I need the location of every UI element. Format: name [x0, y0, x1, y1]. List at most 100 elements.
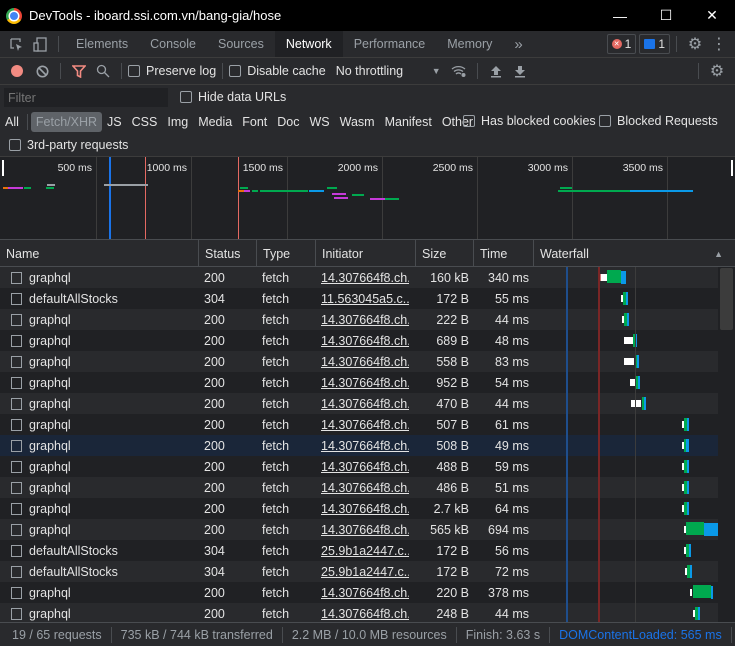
type-filter-js[interactable]: JS [102, 112, 127, 132]
request-row[interactable]: graphql 200 fetch 14.307664f8.ch... 507 B 61 … [0, 414, 718, 435]
request-name-cell[interactable]: graphql [0, 519, 198, 540]
request-initiator-link[interactable]: 11.563045a5.c... [321, 288, 409, 309]
checkbox-box[interactable] [9, 139, 21, 151]
messages-badge[interactable]: 1 [639, 34, 670, 54]
tab-performance[interactable]: Performance [343, 31, 437, 57]
waterfall-scrollbar[interactable] [718, 267, 735, 622]
tab-network[interactable]: Network [274, 31, 343, 57]
request-initiator-link[interactable]: 14.307664f8.ch... [321, 351, 409, 372]
minimize-button[interactable]: — [597, 0, 643, 31]
type-filter-all[interactable]: All [0, 112, 24, 132]
request-row[interactable]: graphql 200 fetch 14.307664f8.ch... 222 B 44 … [0, 309, 718, 330]
type-filter-ws[interactable]: WS [304, 112, 334, 132]
request-initiator-link[interactable]: 14.307664f8.ch... [321, 498, 409, 519]
request-row[interactable]: defaultAllStocks 304 fetch 11.563045a5.c...… [0, 288, 718, 309]
preserve-log-checkbox[interactable]: Preserve log [128, 64, 216, 78]
network-settings-gear-icon[interactable]: ⚙ [705, 58, 729, 84]
errors-badge[interactable]: ✕ 1 [606, 34, 637, 54]
request-name-cell[interactable]: graphql [0, 414, 198, 435]
request-initiator-link[interactable]: 14.307664f8.ch... [321, 519, 409, 540]
type-filter-wasm[interactable]: Wasm [335, 112, 380, 132]
type-filter-font[interactable]: Font [237, 112, 272, 132]
request-name-cell[interactable]: graphql [0, 372, 198, 393]
request-row[interactable]: graphql 200 fetch 14.307664f8.ch... 470 B 44 … [0, 393, 718, 414]
request-row[interactable]: defaultAllStocks 304 fetch 25.9b1a2447.c...… [0, 540, 718, 561]
request-name-cell[interactable]: graphql [0, 498, 198, 519]
clear-icon[interactable] [30, 58, 54, 84]
filter-input[interactable] [4, 88, 168, 107]
request-name-cell[interactable]: defaultAllStocks [0, 561, 198, 582]
request-initiator-link[interactable]: 25.9b1a2447.c... [321, 540, 409, 561]
request-initiator-link[interactable]: 14.307664f8.ch... [321, 456, 409, 477]
overview-window-left-handle[interactable] [2, 160, 4, 176]
tab-elements[interactable]: Elements [65, 31, 139, 57]
tab-console[interactable]: Console [139, 31, 207, 57]
request-row[interactable]: graphql 200 fetch 14.307664f8.ch... 2.7 kB 64… [0, 498, 718, 519]
disable-cache-checkbox[interactable]: Disable cache [229, 64, 326, 78]
blocked-requests-checkbox[interactable]: Blocked Requests [599, 114, 718, 128]
settings-gear-icon[interactable]: ⚙ [683, 31, 707, 57]
request-initiator-link[interactable]: 14.307664f8.ch... [321, 435, 409, 456]
checkbox-box[interactable] [180, 91, 192, 103]
request-name-cell[interactable]: graphql [0, 582, 198, 603]
column-header-initiator[interactable]: Initiator [315, 240, 415, 267]
request-name-cell[interactable]: graphql [0, 477, 198, 498]
more-menu-icon[interactable]: ⋮ [707, 31, 731, 57]
request-name-cell[interactable]: graphql [0, 393, 198, 414]
tab-sources[interactable]: Sources [207, 31, 275, 57]
has-blocked-cookies-checkbox[interactable]: Has blocked cookies [463, 114, 596, 128]
device-toolbar-icon[interactable] [28, 31, 52, 57]
type-filter-fetch-xhr[interactable]: Fetch/XHR [30, 112, 103, 132]
request-initiator-link[interactable]: 25.9b1a2447.c... [321, 561, 409, 582]
checkbox-box[interactable] [463, 115, 475, 127]
request-row[interactable]: graphql 200 fetch 14.307664f8.ch... 508 B 49 … [0, 435, 718, 456]
checkbox-box[interactable] [128, 65, 140, 77]
column-header-status[interactable]: Status [198, 240, 256, 267]
export-har-icon[interactable] [508, 58, 532, 84]
request-name-cell[interactable]: graphql [0, 603, 198, 622]
network-conditions-icon[interactable] [447, 58, 471, 84]
close-button[interactable]: ✕ [689, 0, 735, 31]
request-name-cell[interactable]: graphql [0, 435, 198, 456]
request-row[interactable]: graphql 200 fetch 14.307664f8.ch... 220 B 378… [0, 582, 718, 603]
type-filter-doc[interactable]: Doc [272, 112, 304, 132]
request-row[interactable]: graphql 200 fetch 14.307664f8.ch... 486 B 51 … [0, 477, 718, 498]
request-name-cell[interactable]: graphql [0, 309, 198, 330]
checkbox-box[interactable] [599, 115, 611, 127]
column-header-size[interactable]: Size [415, 240, 473, 267]
maximize-button[interactable]: ☐ [643, 0, 689, 31]
third-party-requests-checkbox[interactable]: 3rd-party requests [9, 138, 128, 152]
request-initiator-link[interactable]: 14.307664f8.ch... [321, 267, 409, 288]
request-name-cell[interactable]: graphql [0, 351, 198, 372]
scrollbar-thumb[interactable] [720, 268, 733, 330]
column-header-time[interactable]: Time [473, 240, 533, 267]
request-row[interactable]: graphql 200 fetch 14.307664f8.ch... 558 B 83 … [0, 351, 718, 372]
request-name-cell[interactable]: graphql [0, 330, 198, 351]
request-initiator-link[interactable]: 14.307664f8.ch... [321, 372, 409, 393]
inspect-element-icon[interactable] [4, 31, 28, 57]
type-filter-media[interactable]: Media [193, 112, 237, 132]
request-row[interactable]: graphql 200 fetch 14.307664f8.ch... 248 B 44 … [0, 603, 718, 622]
more-tabs-button[interactable]: » [503, 31, 533, 57]
record-icon[interactable] [11, 65, 23, 77]
column-header-type[interactable]: Type [256, 240, 315, 267]
tab-memory[interactable]: Memory [436, 31, 503, 57]
request-row[interactable]: graphql 200 fetch 14.307664f8.ch... 689 B 48 … [0, 330, 718, 351]
request-row[interactable]: graphql 200 fetch 14.307664f8.ch... 952 B 54 … [0, 372, 718, 393]
type-filter-css[interactable]: CSS [127, 112, 163, 132]
request-name-cell[interactable]: defaultAllStocks [0, 540, 198, 561]
request-name-cell[interactable]: graphql [0, 267, 198, 288]
request-row[interactable]: graphql 200 fetch 14.307664f8.ch... 160 kB 34… [0, 267, 718, 288]
request-initiator-link[interactable]: 14.307664f8.ch... [321, 477, 409, 498]
throttling-select[interactable]: No throttling ▼ [336, 64, 441, 78]
request-initiator-link[interactable]: 14.307664f8.ch... [321, 603, 409, 622]
request-initiator-link[interactable]: 14.307664f8.ch... [321, 582, 409, 603]
request-initiator-link[interactable]: 14.307664f8.ch... [321, 309, 409, 330]
request-name-cell[interactable]: graphql [0, 456, 198, 477]
type-filter-manifest[interactable]: Manifest [380, 112, 437, 132]
request-name-cell[interactable]: defaultAllStocks [0, 288, 198, 309]
network-overview-timeline[interactable]: 500 ms 1000 ms 1500 ms 2000 ms 2500 ms 3000 m… [0, 157, 735, 240]
request-row[interactable]: graphql 200 fetch 14.307664f8.ch... 488 B 59 … [0, 456, 718, 477]
request-initiator-link[interactable]: 14.307664f8.ch... [321, 330, 409, 351]
request-row[interactable]: defaultAllStocks 304 fetch 25.9b1a2447.c...… [0, 561, 718, 582]
